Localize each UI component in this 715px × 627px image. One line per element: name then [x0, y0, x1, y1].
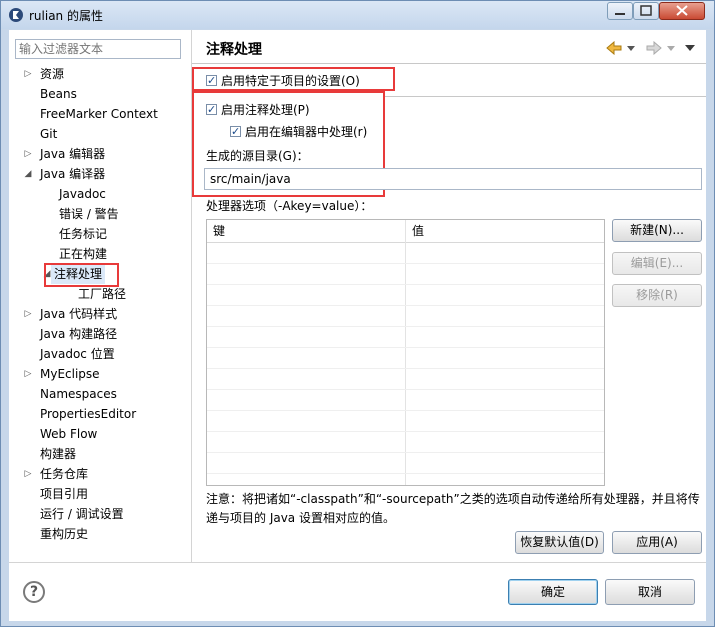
tree-item[interactable]: Beans [40, 84, 77, 104]
tree-item[interactable]: Java 代码样式 [40, 304, 117, 324]
table-row-line [207, 305, 604, 306]
back-dropdown-icon[interactable] [626, 41, 636, 55]
annotation-processing-panel: 注释处理 启用特定于项目的设置(O) 启用注释处理(P) 启用在编辑器中处理(r… [192, 30, 706, 562]
table-row-line [207, 452, 604, 453]
checkbox-label: 启用注释处理(P) [221, 103, 310, 117]
eclipse-project-icon [9, 8, 23, 22]
table-row-line [207, 473, 604, 474]
minimize-button[interactable] [607, 2, 633, 20]
highlight-box-tree [44, 263, 119, 287]
category-tree-panel: ▷ 资源BeansFreeMarker ContextGit ▷ Java 编辑器 ◢ J… [9, 30, 192, 562]
close-icon [676, 5, 688, 16]
tree-item[interactable]: Java 编译器 [40, 164, 105, 184]
page-title: 注释处理 [206, 42, 262, 58]
settings-separator [385, 96, 706, 97]
dialog-footer: ? 确定 取消 [9, 562, 706, 621]
title-separator [192, 63, 706, 64]
edit-option-button[interactable]: 编辑(E)... [612, 252, 702, 275]
checkbox-box[interactable] [206, 101, 217, 119]
tree-item[interactable]: 项目引用 [40, 484, 88, 504]
table-row-line [207, 284, 604, 285]
tree-item[interactable]: 正在构建 [59, 244, 107, 264]
tree-expand-icon[interactable]: ▷ [23, 144, 33, 164]
checkbox-label: 启用特定于项目的设置(O) [221, 74, 360, 88]
table-row-line [207, 410, 604, 411]
new-option-button[interactable]: 新建(N)... [612, 219, 702, 242]
tree-item[interactable]: Java 构建路径 [40, 324, 117, 344]
back-arrow-icon[interactable] [606, 41, 622, 55]
tree-item[interactable]: FreeMarker Context [40, 104, 158, 124]
generated-source-dir-input[interactable] [204, 168, 702, 190]
maximize-button[interactable] [633, 2, 659, 20]
tree-item[interactable]: Java 编辑器 [40, 144, 105, 164]
column-header-key[interactable]: 键 [207, 220, 225, 242]
tree-item[interactable]: Web Flow [40, 424, 97, 444]
processor-options-label: 处理器选项（-Akey=value）： [206, 199, 373, 213]
tree-item[interactable]: 错误 / 警告 [59, 204, 119, 224]
filter-input[interactable] [15, 39, 181, 59]
column-separator [405, 220, 406, 485]
maximize-icon [640, 5, 652, 16]
close-button[interactable] [659, 2, 705, 20]
table-row-line [207, 263, 604, 264]
table-row-line [207, 326, 604, 327]
minimize-icon [615, 13, 625, 15]
table-row-line [207, 389, 604, 390]
processor-options-table[interactable]: 键 值 [206, 219, 605, 486]
tree-item[interactable]: 任务标记 [59, 224, 107, 244]
tree-item[interactable]: 任务仓库 [40, 464, 88, 484]
table-row-line [207, 347, 604, 348]
tree-item[interactable]: PropertiesEditor [40, 404, 136, 424]
view-menu-icon[interactable] [684, 41, 696, 55]
title-bar[interactable]: rulian 的属性 [1, 1, 714, 29]
dialog-client-area: ▷ 资源BeansFreeMarker ContextGit ▷ Java 编辑器 ◢ J… [9, 30, 706, 621]
tree-expand-icon[interactable]: ▷ [23, 64, 33, 84]
restore-defaults-button[interactable]: 恢复默认值(D) [515, 531, 604, 554]
tree-expand-icon[interactable]: ▷ [23, 464, 33, 484]
table-row-line [207, 431, 604, 432]
forward-dropdown-icon[interactable] [666, 41, 676, 55]
apply-button[interactable]: 应用(A) [612, 531, 702, 554]
tree-item[interactable]: 重构历史 [40, 524, 88, 544]
window-title: rulian 的属性 [29, 9, 103, 23]
tree-item[interactable]: Git [40, 124, 57, 144]
checkbox-box[interactable] [230, 123, 241, 141]
properties-dialog: rulian 的属性 ▷ 资源BeansFreeMarker ContextGit… [0, 0, 715, 627]
tree-item[interactable]: Javadoc [59, 184, 106, 204]
remove-option-button[interactable]: 移除(R) [612, 284, 702, 307]
table-row-line [207, 368, 604, 369]
tree-item[interactable]: 构建器 [40, 444, 76, 464]
note-text: 注意：将把诸如“-classpath”和“-sourcepath”之类的选项自动… [206, 492, 700, 525]
tree-item[interactable]: 资源 [40, 64, 64, 84]
column-header-value[interactable]: 值 [406, 220, 424, 242]
cancel-button[interactable]: 取消 [605, 579, 695, 605]
tree-item[interactable]: Namespaces [40, 384, 117, 404]
tree-expand-icon[interactable]: ▷ [23, 364, 33, 384]
tree-item[interactable]: 工厂路径 [78, 284, 126, 304]
tree-expand-icon[interactable]: ▷ [23, 304, 33, 324]
tree-item[interactable]: 运行 / 调试设置 [40, 504, 124, 524]
checkbox-label: 启用在编辑器中处理(r) [245, 125, 368, 139]
tree-item[interactable]: Javadoc 位置 [40, 344, 115, 364]
tree-collapse-icon[interactable]: ◢ [23, 164, 33, 184]
tree-item[interactable]: MyEclipse [40, 364, 100, 384]
checkbox-box[interactable] [206, 72, 217, 90]
ok-button[interactable]: 确定 [508, 579, 598, 605]
forward-arrow-icon[interactable] [646, 41, 662, 55]
generated-source-dir-label: 生成的源目录(G)： [206, 149, 309, 163]
help-icon[interactable]: ? [23, 581, 45, 603]
